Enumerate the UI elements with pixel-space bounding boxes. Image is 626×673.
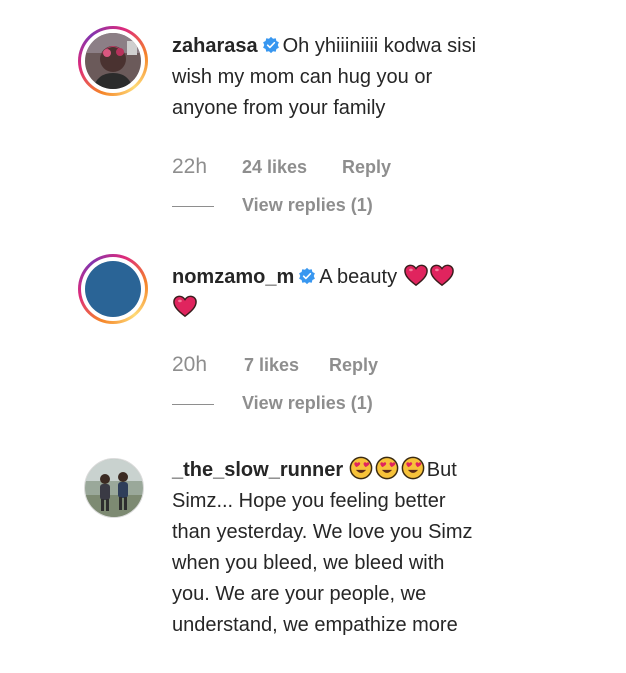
red-heart-icon [429,264,454,287]
avatar-nomzamo-m[interactable] [78,254,148,324]
avatar-zaharasa[interactable] [78,26,148,96]
view-replies-button[interactable]: View replies (1) [242,195,373,216]
avatar-photo-icon [85,33,141,89]
comment-line-1: Oh yhiiiniiii kodwa sisi [282,35,477,57]
comment-line-4: you. We are your people, we [172,583,427,605]
comment-text: A beauty [319,266,398,288]
comment-line-5: understand, we empathize more [172,614,458,636]
comment-line-2: wish my mom can hug you or [172,66,433,88]
red-heart-icon [173,295,197,318]
story-ring [78,254,148,324]
likes-count[interactable]: 24 likes [242,157,307,178]
view-replies-button[interactable]: View replies (1) [242,393,373,414]
reply-button[interactable]: Reply [342,157,391,178]
comment-text-block: nomzamo_m A beauty [172,262,552,324]
comment-text-first: But [426,459,457,481]
story-ring [78,26,148,96]
heart-eyes-icon [401,456,425,480]
comment-text-block: _the_slow_runner But Simz... Hope you fe… [172,455,552,641]
timestamp[interactable]: 20h [172,353,207,377]
heart-eyes-icon [375,456,399,480]
comment-text-block: zaharasa Oh yhiiiniiii kodwa sisi wish my… [172,31,552,124]
verified-badge-icon [262,36,279,54]
likes-count[interactable]: 7 likes [244,355,299,376]
avatar-photo-icon [85,459,143,517]
avatar-photo-icon [85,261,141,317]
comment-line-3: anyone from your family [172,97,386,119]
username[interactable]: _the_slow_runner [172,459,343,481]
replies-divider [172,206,214,207]
username[interactable]: nomzamo_m [172,266,294,288]
username[interactable]: zaharasa [172,35,258,57]
reply-button[interactable]: Reply [329,355,378,376]
heart-eyes-icon [349,456,373,480]
timestamp[interactable]: 22h [172,155,207,179]
verified-badge-icon [299,267,316,285]
comment-line-3: when you bleed, we bleed with [172,552,445,574]
comment-line-1: Simz... Hope you feeling better [172,490,446,512]
red-heart-icon [403,264,428,287]
avatar-the-slow-runner[interactable] [84,458,144,518]
replies-divider [172,404,214,405]
comment-line-2: than yesterday. We love you Simz [172,521,473,543]
